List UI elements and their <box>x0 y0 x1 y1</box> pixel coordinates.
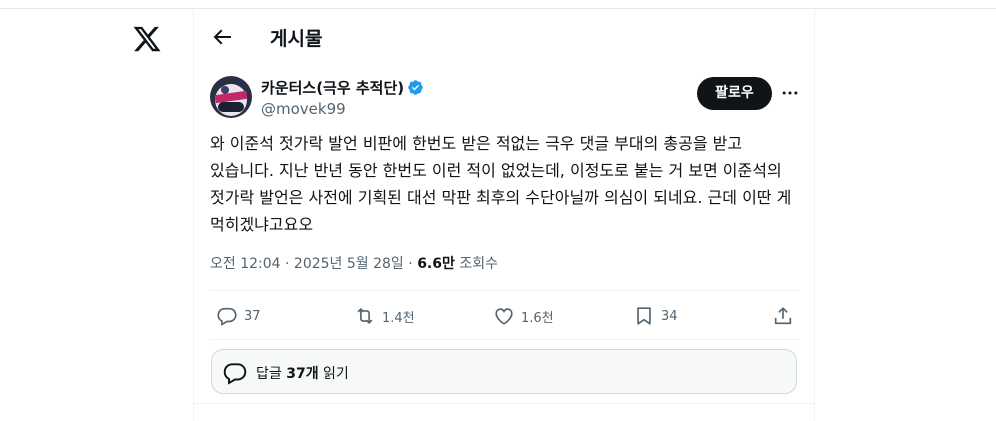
x-logo-icon[interactable] <box>132 24 162 54</box>
more-options-icon[interactable] <box>780 83 800 103</box>
post-date[interactable]: 2025년 5월 28일 <box>294 256 404 272</box>
like-count: 1.6천 <box>521 310 554 326</box>
avatar[interactable] <box>210 76 252 118</box>
bookmark-count: 34 <box>661 308 678 324</box>
read-replies-button[interactable]: 답글 37개 읽기 <box>211 349 797 394</box>
follow-button[interactable]: 팔로우 <box>697 77 772 110</box>
verified-badge-icon <box>407 79 424 96</box>
retweet-count: 1.4천 <box>382 310 415 326</box>
bookmark-button[interactable]: 34 <box>633 305 678 327</box>
read-replies-count: 37개 <box>286 366 319 382</box>
reply-count: 37 <box>244 308 261 324</box>
read-replies-label: 답글 37개 읽기 <box>256 363 349 383</box>
views-label: 조회수 <box>459 256 498 272</box>
views-count: 6.6만 <box>417 256 455 272</box>
post-meta: 오전 12:04 · 2025년 5월 28일 · 6.6만 조회수 <box>210 253 498 273</box>
post-column: 게시물 카운터스(극우 추적단) @movek99 팔로우 와 이준석 젓가락 … <box>193 9 815 421</box>
author-handle[interactable]: @movek99 <box>261 100 346 118</box>
heart-icon <box>495 308 513 325</box>
read-replies-suffix: 읽기 <box>323 366 349 382</box>
divider <box>210 290 800 291</box>
page-title: 게시물 <box>270 28 323 50</box>
retweet-icon <box>357 308 373 324</box>
share-icon <box>774 307 792 325</box>
share-button[interactable] <box>772 305 794 327</box>
reply-icon <box>217 307 237 326</box>
divider <box>194 403 814 404</box>
read-replies-prefix: 답글 <box>256 366 282 382</box>
divider <box>210 339 800 340</box>
author-name[interactable]: 카운터스(극우 추적단) <box>261 77 424 98</box>
post-header: 게시물 <box>194 9 814 65</box>
chat-bubble-icon <box>222 360 248 386</box>
back-arrow-icon[interactable] <box>210 25 234 49</box>
reply-button[interactable]: 37 <box>216 305 261 327</box>
left-nav <box>0 9 193 421</box>
meta-separator: · <box>408 256 413 272</box>
bookmark-icon <box>637 307 651 325</box>
post-text: 와 이준석 젓가락 발언 비판에 한번도 받은 적없는 극우 댓글 부대의 총공… <box>210 134 792 234</box>
retweet-button[interactable]: 1.4천 <box>354 305 415 327</box>
post-time[interactable]: 오전 12:04 <box>210 256 281 272</box>
author-display-name[interactable]: 카운터스(극우 추적단) <box>261 79 404 97</box>
meta-separator: · <box>285 256 290 272</box>
like-button[interactable]: 1.6천 <box>493 305 554 327</box>
